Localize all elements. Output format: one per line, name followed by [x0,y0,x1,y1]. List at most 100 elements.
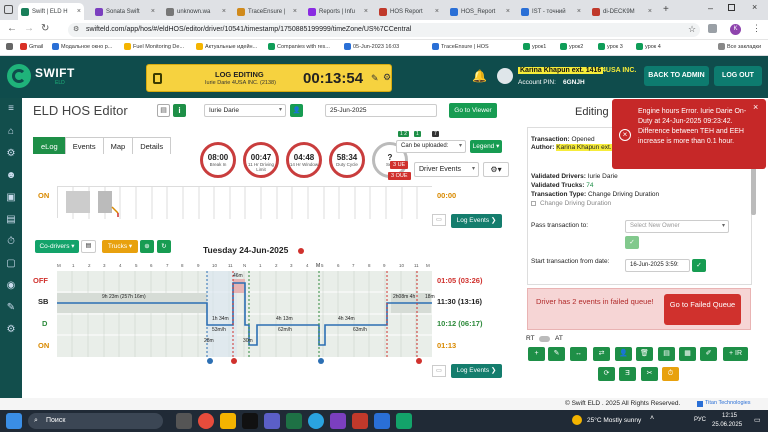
tools-icon[interactable]: ✎ [5,302,17,314]
edit-event-button[interactable]: ✎ [548,347,565,361]
browser-tab[interactable]: Sonata Swift × [92,3,158,20]
app-taskbar-icon[interactable] [396,413,412,429]
add-event-button[interactable]: + [528,347,545,361]
message-icon[interactable]: ▭ [432,214,446,226]
windows-start-icon[interactable] [6,413,22,429]
maximize-icon[interactable] [728,4,735,11]
browser-tab[interactable]: HOS_Report × [447,3,513,20]
start-date-input[interactable]: 16-Jun-2025 3:59: [625,259,690,272]
terminal-taskbar-icon[interactable] [242,413,258,429]
close-icon[interactable]: × [504,8,510,15]
tab-elog[interactable]: eLog [33,137,66,154]
close-icon[interactable]: × [433,8,439,15]
date-input[interactable]: 25-Jun-2025 [325,104,437,117]
swift-logo[interactable]: SWIFT ELD [7,64,75,88]
co-drivers-button[interactable]: Co-drivers ▾ [35,240,79,253]
browser-tab[interactable]: IST - точний × [518,3,584,20]
bookmark-item[interactable]: урок1 [523,43,546,50]
reload-icon[interactable]: ↻ [41,23,49,34]
confirm-start-date-button[interactable]: ✓ [692,259,706,272]
back-to-admin-button[interactable]: BACK TO ADMIN [644,66,709,86]
bookmark-apps-icon[interactable] [6,43,15,50]
weather-text[interactable]: 25°C Mostly sunny [587,417,641,424]
hos-icon[interactable]: ⏱ [5,236,17,248]
users-icon[interactable]: ☻ [5,170,17,182]
admin-icon[interactable]: ⚙ [5,324,17,336]
shift-event-button[interactable]: ↔ [570,347,587,361]
app-taskbar-icon[interactable] [374,413,390,429]
tab-map[interactable]: Map [102,137,134,154]
site-info-icon[interactable]: ⚙ [73,23,79,37]
bookmark-item[interactable]: урок2 [560,43,583,50]
close-icon[interactable]: × [753,102,758,112]
chrome-taskbar-icon[interactable] [198,413,214,429]
clock-time[interactable]: 12:15 [722,413,737,419]
minimize-icon[interactable]: – [708,3,713,13]
app-taskbar-icon[interactable] [352,413,368,429]
text-event-button[interactable]: Ǝ [619,367,636,381]
language-indicator[interactable]: РУС [694,417,706,423]
bookmark-item[interactable]: урок 3 [598,43,623,50]
history-button[interactable]: ⏱ [662,367,679,381]
rt-at-toggle[interactable] [539,336,550,342]
taskview-icon[interactable] [176,413,192,429]
map-icon[interactable]: ◉ [5,280,17,292]
documents-icon[interactable]: ▢ [5,258,17,270]
browser-tab[interactable]: TraceEnsure | × [234,3,300,20]
new-owner-select[interactable]: Select New Owner ▾ [625,220,729,233]
menu-icon[interactable]: ⋮ [752,23,761,34]
close-icon[interactable]: × [291,8,297,15]
notification-icon[interactable]: ▭ [754,416,761,424]
telegram-taskbar-icon[interactable] [308,413,324,429]
vehicle-icon[interactable]: ▣ [5,192,17,204]
browser-tab[interactable]: di-DECK9M × [589,3,655,20]
message-icon[interactable]: ▭ [432,365,446,377]
settings-icon[interactable]: ⚙ [383,72,391,83]
reports-icon[interactable]: ▤ [5,214,17,226]
close-icon[interactable]: × [646,8,652,15]
notifications-bell-icon[interactable]: 🔔 [472,69,487,83]
wand-event-button[interactable]: ✐ [700,347,717,361]
event-marker[interactable] [207,358,213,364]
home-icon[interactable]: ⌂ [5,126,17,138]
go-to-failed-queue-button[interactable]: Go to Failed Queue [664,294,741,325]
delete-event-button[interactable]: 🗑 [636,347,653,361]
truck-event-button[interactable]: ▤ [658,347,675,361]
event-marker[interactable] [416,358,422,364]
extensions-icon[interactable] [708,24,717,33]
close-icon[interactable]: × [362,8,368,15]
bookmark-item[interactable]: Companies with res... [268,43,330,50]
user-event-button[interactable]: 👤 [615,347,632,361]
all-bookmarks[interactable]: Все закладки [718,43,761,50]
forward-icon[interactable]: → [24,23,34,34]
confirm-owner-button[interactable]: ✓ [625,236,639,249]
explorer-taskbar-icon[interactable] [220,413,236,429]
excel-taskbar-icon[interactable] [286,413,302,429]
profile-avatar[interactable]: K [730,24,741,35]
logout-button[interactable]: LOG OUT [714,66,762,86]
driver-select[interactable]: Iurie Darie ▾ [204,104,286,117]
change-driving-checkbox[interactable] [531,201,536,206]
tab-search-icon[interactable] [4,5,13,14]
close-icon[interactable]: × [75,8,81,15]
close-window-icon[interactable]: × [752,2,757,12]
grid-event-button[interactable]: ▦ [679,347,696,361]
bookmark-star-icon[interactable]: ☆ [688,24,696,35]
tab-details[interactable]: Details [132,137,172,154]
browser-tab[interactable]: Swift | ELD H × [18,3,84,20]
go-to-viewer-button[interactable]: Go to Viewer [449,103,497,118]
refresh-button[interactable]: ↻ [157,240,171,253]
sync-button[interactable]: ⟳ [598,367,615,381]
bookmark-item[interactable]: Актуальные идейн... [196,43,257,50]
bookmark-item[interactable]: TraceEnsure | HOS [432,43,489,50]
close-icon[interactable]: × [220,8,226,15]
close-icon[interactable]: × [575,8,581,15]
clock-date[interactable]: 25.06.2025 [712,422,742,428]
events-settings-button[interactable]: ⚙▾ [483,162,509,177]
close-icon[interactable]: × [149,8,155,15]
can-be-uploaded-select[interactable]: Can be uploaded: ▾ [396,140,466,153]
new-tab-icon[interactable]: + [663,4,669,15]
legend-button[interactable]: Legend ▾ [470,140,502,153]
back-icon[interactable]: ← [7,23,17,34]
bookmark-item[interactable]: Gmail [20,43,43,50]
